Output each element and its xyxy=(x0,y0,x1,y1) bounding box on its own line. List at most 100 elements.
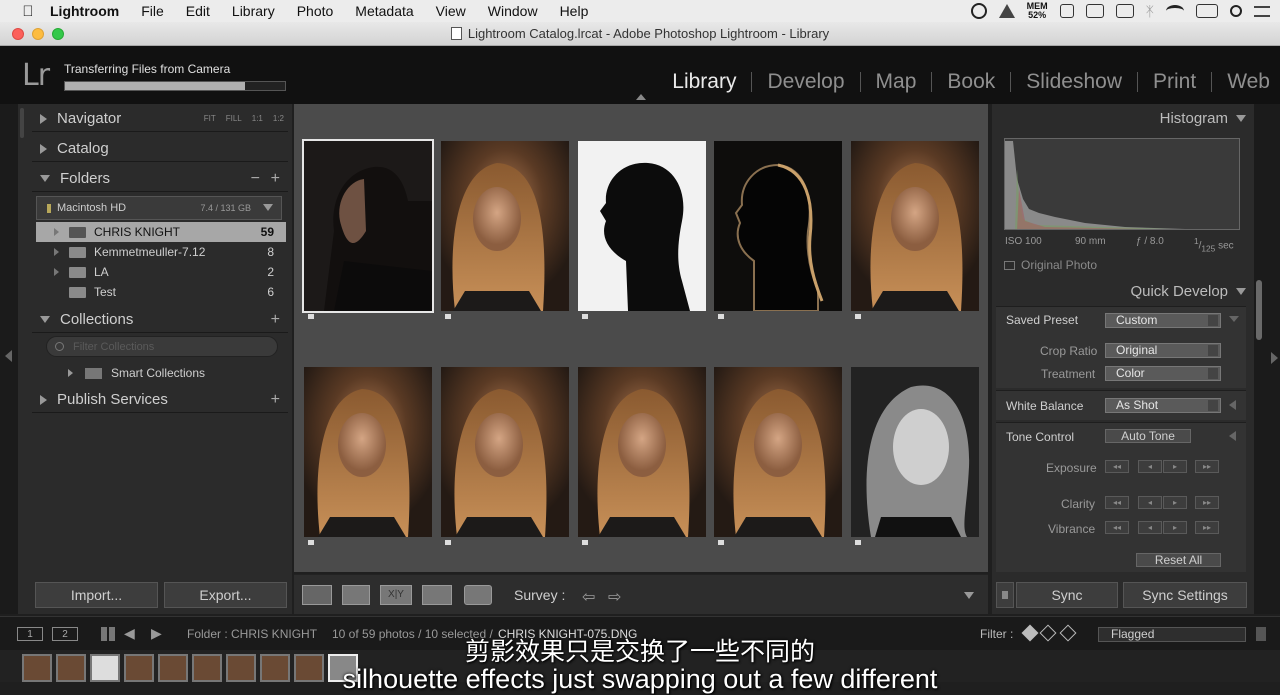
window-icon[interactable] xyxy=(1085,4,1104,18)
flag-icon[interactable] xyxy=(718,540,724,545)
clarity-decrease-large[interactable]: ◂◂ xyxy=(1105,496,1129,509)
collections-filter-input[interactable]: Filter Collections xyxy=(46,336,278,357)
right-panel-edge[interactable] xyxy=(1254,104,1280,614)
memory-indicator[interactable]: MEM 52% xyxy=(1027,2,1048,20)
compare-view-icon[interactable]: X|Y xyxy=(380,585,412,605)
photo-image[interactable] xyxy=(714,141,842,312)
menu-app[interactable]: Lightroom xyxy=(50,3,119,19)
right-panel-scrollbar[interactable] xyxy=(1256,280,1262,340)
menu-help[interactable]: Help xyxy=(560,3,589,19)
menu-library[interactable]: Library xyxy=(232,3,275,19)
grid-thumbnail[interactable] xyxy=(304,367,432,545)
grid-thumbnail[interactable] xyxy=(578,367,706,545)
photo-image[interactable] xyxy=(441,141,569,311)
photo-image[interactable] xyxy=(851,367,979,537)
battery-icon[interactable] xyxy=(1196,4,1218,18)
wifi-icon[interactable] xyxy=(1166,5,1184,17)
add-collection-icon[interactable]: + xyxy=(271,311,280,329)
bluetooth-icon[interactable]: ᛡ xyxy=(1146,3,1154,19)
smart-collections-item[interactable]: Smart Collections xyxy=(68,366,205,380)
creative-cloud-icon[interactable] xyxy=(970,3,987,19)
remove-folder-icon[interactable]: − xyxy=(251,170,260,188)
module-book[interactable]: Book xyxy=(932,70,1010,94)
apple-icon[interactable]:  xyxy=(20,3,36,20)
treatment-select[interactable]: Color xyxy=(1105,366,1221,381)
flag-icon[interactable] xyxy=(308,540,314,545)
flag-icon[interactable] xyxy=(308,314,314,319)
exposure-decrease-large[interactable]: ◂◂ xyxy=(1105,460,1129,473)
flag-icon[interactable] xyxy=(445,314,451,319)
grid-view-icon[interactable] xyxy=(302,585,332,605)
folder-item-test[interactable]: Test 6 xyxy=(36,282,286,302)
menu-edit[interactable]: Edit xyxy=(186,3,210,19)
chevron-down-icon[interactable] xyxy=(263,204,273,211)
survey-view-icon[interactable] xyxy=(422,585,452,605)
menu-window[interactable]: Window xyxy=(488,3,538,19)
folder-item-chris-knight[interactable]: CHRIS KNIGHT 59 xyxy=(36,222,286,242)
grid-thumbnail[interactable] xyxy=(441,141,569,319)
menu-photo[interactable]: Photo xyxy=(297,3,334,19)
people-view-icon[interactable] xyxy=(464,585,492,605)
menu-view[interactable]: View xyxy=(436,3,466,19)
photo-image[interactable] xyxy=(441,367,569,537)
collections-header[interactable]: Collections + xyxy=(32,307,288,333)
folder-item-kemmetmeuller[interactable]: Kemmetmeuller-7.12 8 xyxy=(36,242,286,262)
reset-all-button[interactable]: Reset All xyxy=(1136,553,1221,567)
zoom-fill[interactable]: FILL xyxy=(226,114,242,123)
flag-icon[interactable] xyxy=(718,314,724,319)
grid-thumbnail[interactable] xyxy=(714,141,842,319)
menu-metadata[interactable]: Metadata xyxy=(355,3,413,19)
next-arrow-icon[interactable]: ⇨ xyxy=(608,587,621,607)
folder-item-la[interactable]: LA 2 xyxy=(36,262,286,282)
histogram-header[interactable]: Histogram xyxy=(1160,110,1246,127)
photo-image[interactable] xyxy=(302,139,434,313)
exposure-increase[interactable]: ▸ xyxy=(1163,460,1187,473)
auto-tone-button[interactable]: Auto Tone xyxy=(1105,429,1191,443)
module-web[interactable]: Web xyxy=(1212,70,1270,94)
catalog-header[interactable]: Catalog xyxy=(32,136,288,162)
add-folder-icon[interactable]: + xyxy=(271,170,280,188)
photo-image[interactable] xyxy=(578,141,706,311)
app-icon[interactable] xyxy=(1059,4,1074,18)
sync-settings-button[interactable]: Sync Settings xyxy=(1123,582,1247,608)
module-map[interactable]: Map xyxy=(861,70,932,94)
volume-macintosh-hd[interactable]: Macintosh HD 7.4 / 131 GB xyxy=(36,196,282,220)
flag-icon[interactable] xyxy=(445,540,451,545)
white-balance-select[interactable]: As Shot xyxy=(1105,398,1221,413)
expand-wb-icon[interactable] xyxy=(1229,400,1236,410)
original-photo-checkbox[interactable] xyxy=(1004,260,1015,270)
quick-develop-header[interactable]: Quick Develop xyxy=(1130,283,1246,300)
grid-thumbnail[interactable] xyxy=(441,367,569,545)
zoom-1-2[interactable]: 1:2 xyxy=(273,114,284,123)
crop-ratio-select[interactable]: Original xyxy=(1105,343,1221,358)
saved-preset-select[interactable]: Custom xyxy=(1105,313,1221,328)
publish-services-header[interactable]: Publish Services + xyxy=(32,387,288,413)
import-button[interactable]: Import... xyxy=(35,582,158,608)
grid-thumbnail[interactable] xyxy=(714,367,842,545)
loupe-view-icon[interactable] xyxy=(342,585,370,605)
expand-icon[interactable] xyxy=(54,268,59,276)
vibrance-decrease[interactable]: ◂ xyxy=(1138,521,1162,534)
folders-header[interactable]: Folders − + xyxy=(32,166,288,192)
export-button[interactable]: Export... xyxy=(164,582,287,608)
collapse-left-icon[interactable] xyxy=(5,350,12,362)
left-panel-scrollbar[interactable] xyxy=(20,108,24,138)
photo-image[interactable] xyxy=(304,367,432,537)
vibrance-increase-large[interactable]: ▸▸ xyxy=(1195,521,1219,534)
notification-center-icon[interactable] xyxy=(1254,5,1270,17)
module-print[interactable]: Print xyxy=(1138,70,1211,94)
close-button[interactable] xyxy=(12,28,24,40)
flag-icon[interactable] xyxy=(582,540,588,545)
module-develop[interactable]: Develop xyxy=(752,70,859,94)
left-panel-edge[interactable] xyxy=(0,104,18,614)
grid-thumbnail[interactable] xyxy=(578,141,706,319)
grid-thumbnail[interactable] xyxy=(851,367,979,545)
previous-arrow-icon[interactable]: ⇦ xyxy=(582,587,595,607)
spotlight-icon[interactable] xyxy=(1230,5,1242,17)
exposure-increase-large[interactable]: ▸▸ xyxy=(1195,460,1219,473)
toolbar-options-chevron-icon[interactable] xyxy=(964,592,974,599)
collapse-top-panel-icon[interactable] xyxy=(636,94,646,100)
original-photo-toggle[interactable]: Original Photo xyxy=(1004,258,1097,272)
flag-icon[interactable] xyxy=(855,540,861,545)
zoom-fit[interactable]: FIT xyxy=(204,114,216,123)
